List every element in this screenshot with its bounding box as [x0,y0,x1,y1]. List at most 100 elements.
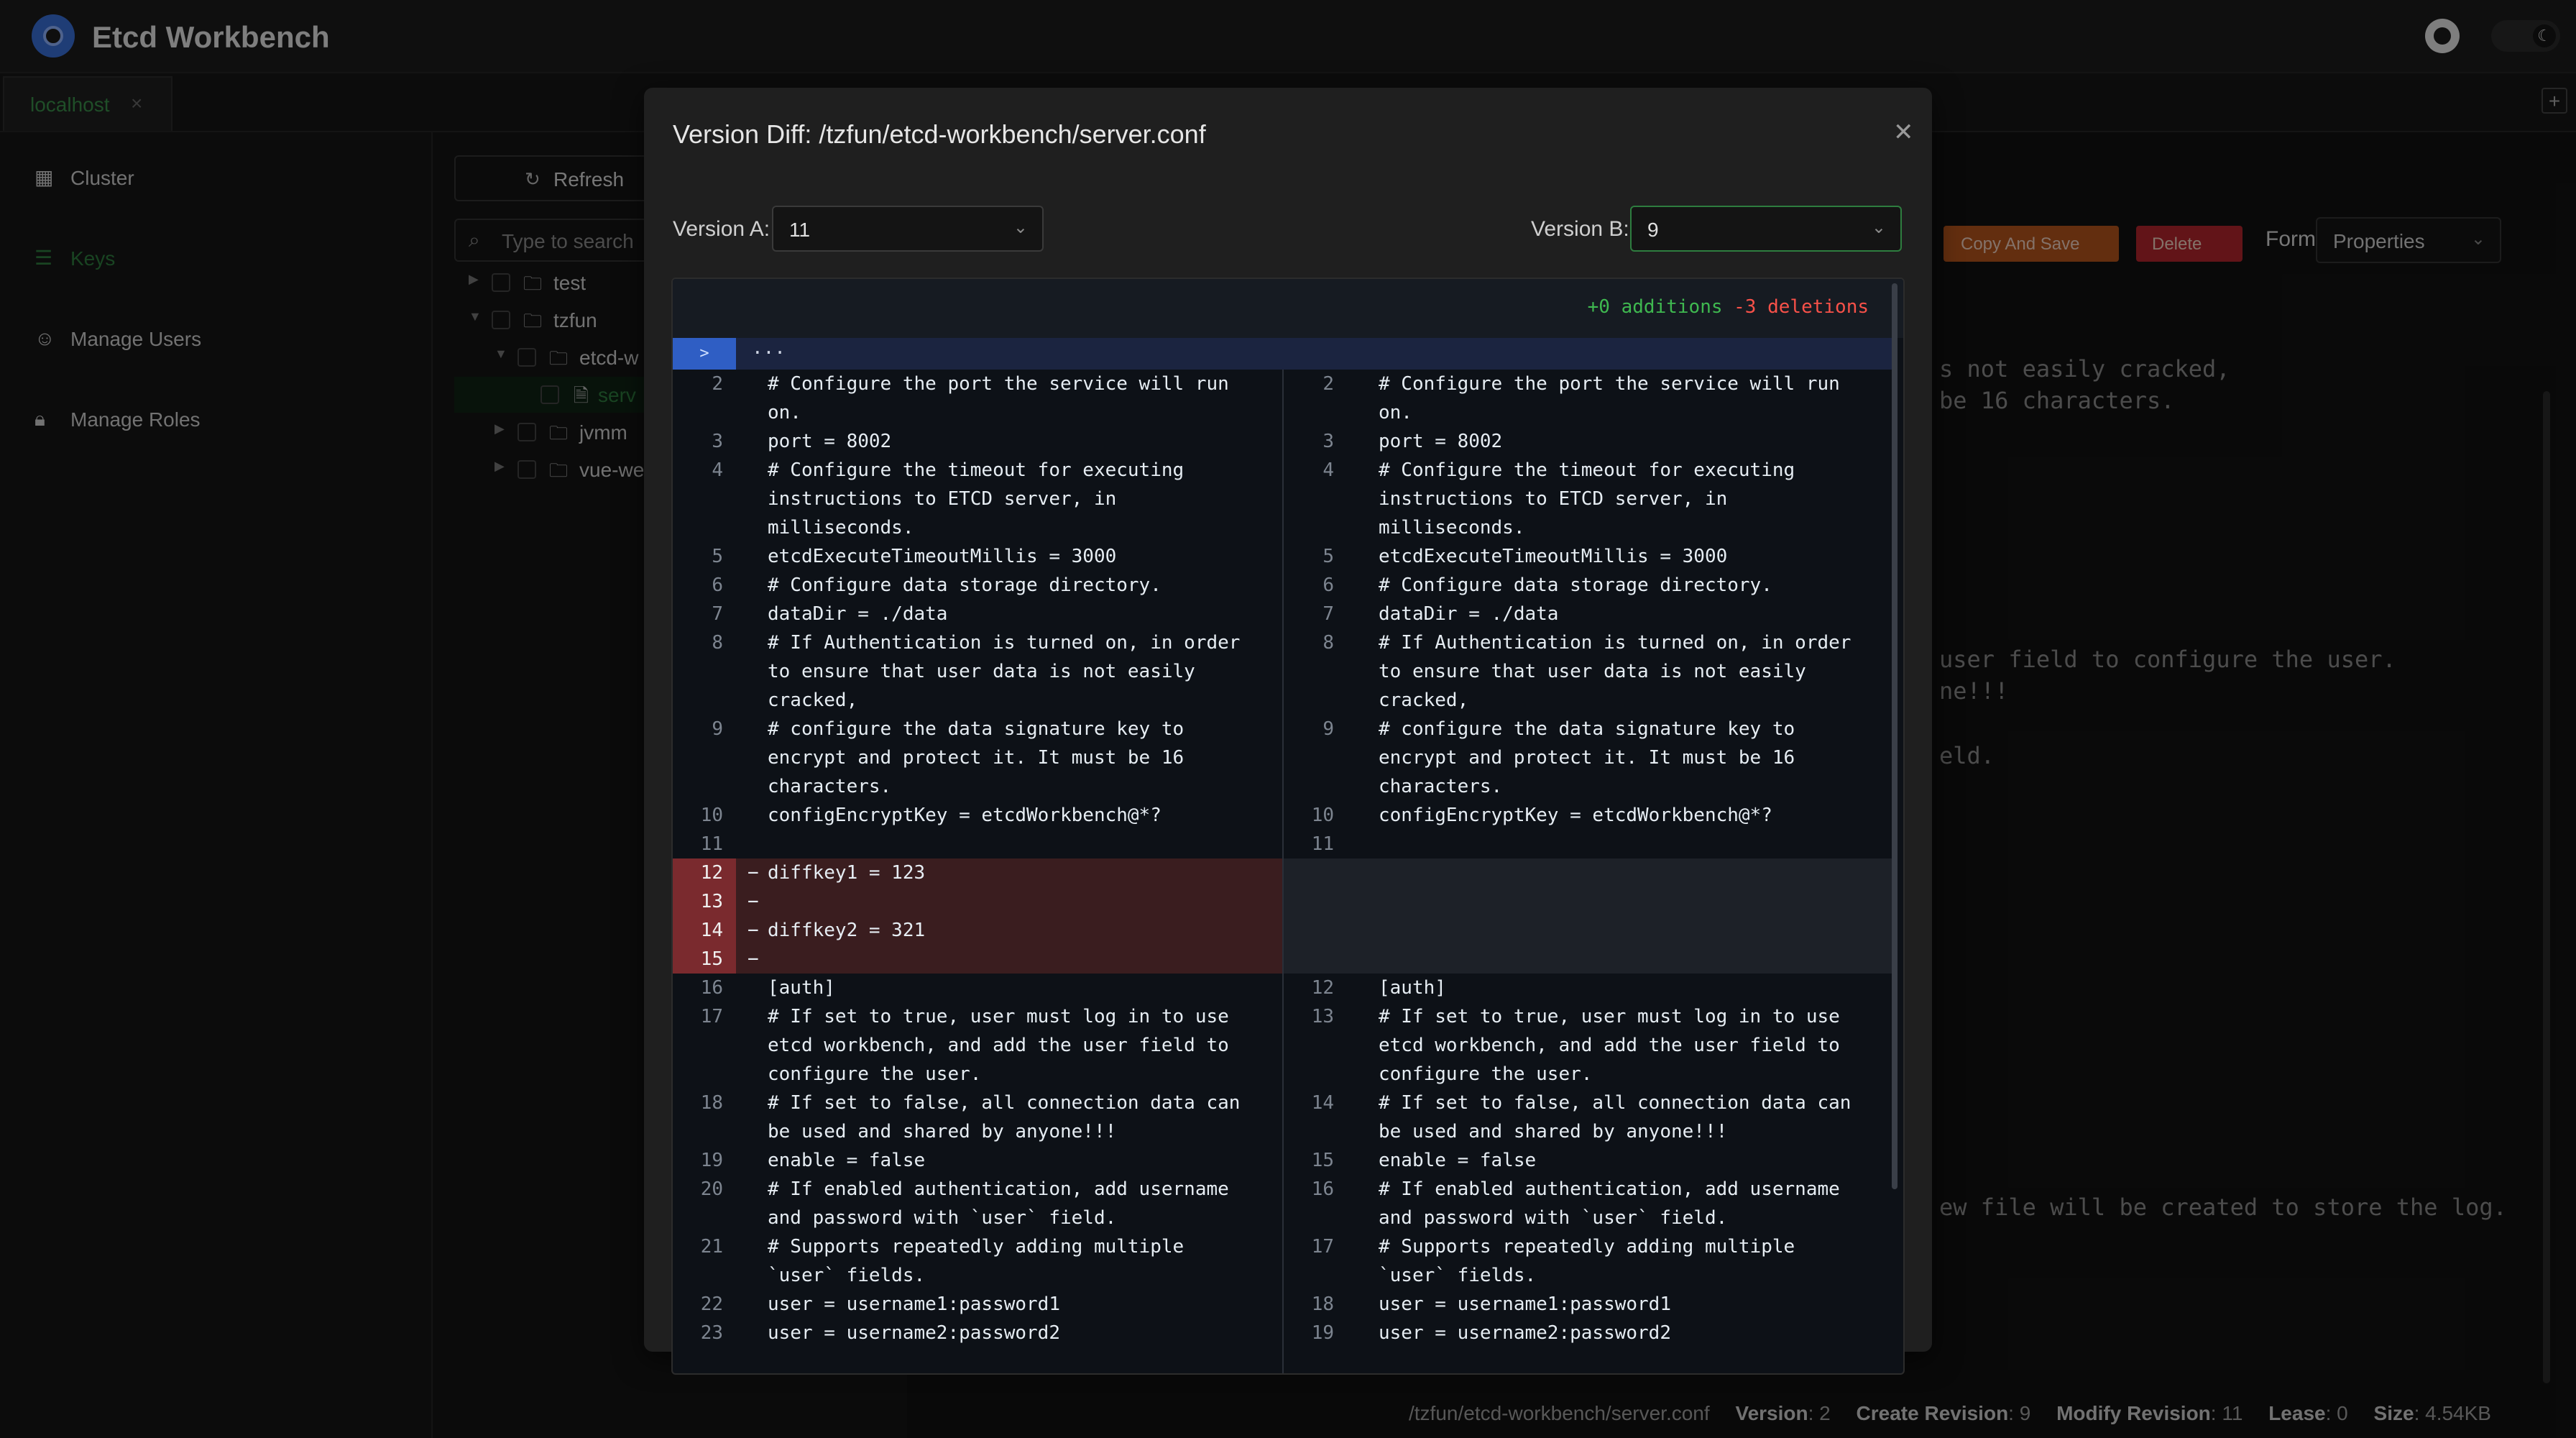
version-b-select[interactable]: 9 ⌄ [1630,206,1902,252]
line-text: # If set to true, user must log in to us… [1379,1006,1852,1085]
line-number: 17 [700,1006,723,1027]
line-text: etcdExecuteTimeoutMillis = 3000 [768,546,1117,567]
line-text: # Configure data storage directory. [768,574,1162,596]
line-text: # Configure the timeout for executing in… [768,459,1195,539]
line-text: user = username2:password2 [1379,1322,1671,1344]
line-number: 18 [1311,1293,1334,1315]
line-text: dataDir = ./data [1379,603,1559,625]
chevron-down-icon: ⌄ [1013,218,1028,237]
diff-row: 6 # Configure data storage directory. [1284,571,1892,600]
line-number: 4 [1322,459,1334,481]
diff-row-placeholder [1284,916,1892,945]
diff-header: +0 additions -3 deletions [673,279,1903,338]
line-text: enable = false [768,1150,926,1171]
line-text: # If enabled authentication, add usernam… [1379,1178,1852,1229]
line-number: 9 [712,718,723,740]
line-text: # If set to false, all connection data c… [768,1092,1252,1142]
line-text: # Supports repeatedly adding multiple `u… [768,1236,1195,1286]
diff-row: 2 # Configure the port the service will r… [673,370,1282,427]
line-text: # If enabled authentication, add usernam… [768,1178,1241,1229]
line-number: 15 [700,948,723,970]
diff-row-placeholder [1284,887,1892,916]
line-number: 16 [700,977,723,999]
diff-row: 16 [auth] [673,974,1282,1002]
expand-icon[interactable]: > [673,338,736,370]
diff-row: 18 user = username1:password1 [1284,1290,1892,1319]
line-text: [auth] [768,977,835,999]
line-text: enable = false [1379,1150,1537,1171]
version-b-value: 9 [1647,219,1659,241]
diff-row: 23 user = username2:password2 [673,1319,1282,1347]
line-text: # If set to false, all connection data c… [1379,1092,1863,1142]
line-number: 3 [712,431,723,452]
line-number: 12 [700,862,723,884]
additions-count: +0 additions [1587,296,1723,318]
line-number: 7 [712,603,723,625]
diff-row: 5 etcdExecuteTimeoutMillis = 3000 [673,542,1282,571]
line-text: # Configure data storage directory. [1379,574,1772,596]
line-text: port = 8002 [768,431,892,452]
diff-row: 7 dataDir = ./data [673,600,1282,628]
line-number: 19 [700,1150,723,1171]
diff-row: 15 enable = false [1284,1146,1892,1175]
diff-row-deleted: 13 − [673,887,1282,916]
diff-row: 21 # Supports repeatedly adding multiple … [673,1232,1282,1290]
diff-row: 17 # Supports repeatedly adding multiple … [1284,1232,1892,1290]
version-a-select[interactable]: 11 ⌄ [772,206,1044,252]
diff-row: 19 user = username2:password2 [1284,1319,1892,1347]
line-number: 18 [700,1092,723,1114]
diff-sign: − [748,891,759,912]
line-number: 7 [1322,603,1334,625]
diff-row-placeholder [1284,945,1892,974]
diff-stats: +0 additions -3 deletions [1588,296,1869,318]
line-number: 16 [1311,1178,1334,1200]
diff-sign: − [748,862,759,884]
line-text: diffkey2 = 321 [768,920,926,941]
diff-row-deleted: 15 − [673,945,1282,974]
diff-scrollbar[interactable] [1892,283,1898,1189]
line-number: 8 [712,632,723,654]
line-text: # configure the data signature key to en… [768,718,1195,797]
line-number: 10 [700,805,723,826]
diff-row: 9 # configure the data signature key to e… [673,715,1282,801]
chevron-down-icon: ⌄ [1871,218,1886,237]
line-text: user = username2:password2 [768,1322,1060,1344]
line-text: # If Authentication is turned on, in ord… [768,632,1252,711]
version-b-label: Version B: [1531,217,1629,241]
diff-row: 11 [673,830,1282,858]
version-diff-dialog: Version Diff: /tzfun/etcd-workbench/serv… [644,88,1932,1375]
diff-row: 5 etcdExecuteTimeoutMillis = 3000 [1284,542,1892,571]
line-number: 14 [700,920,723,941]
line-number: 13 [1311,1006,1334,1027]
line-text: user = username1:password1 [1379,1293,1671,1315]
diff-pane-new: 2 # Configure the port the service will r… [1284,370,1892,1373]
line-number: 8 [1322,632,1334,654]
diff-row-deleted: 14 − diffkey2 = 321 [673,916,1282,945]
line-text: etcdExecuteTimeoutMillis = 3000 [1379,546,1728,567]
line-number: 17 [1311,1236,1334,1258]
deletions-count: -3 deletions [1734,296,1869,318]
line-number: 6 [712,574,723,596]
diff-row: 3 port = 8002 [1284,427,1892,456]
line-number: 4 [712,459,723,481]
diff-row: 12 [auth] [1284,974,1892,1002]
collapsed-hunk[interactable]: > ··· [673,338,1892,370]
hunk-ellipsis: ··· [752,342,786,364]
diff-row: 13 # If set to true, user must log in to … [1284,1002,1892,1089]
line-number: 19 [1311,1322,1334,1344]
line-text: # configure the data signature key to en… [1379,718,1806,797]
diff-row: 3 port = 8002 [673,427,1282,456]
line-text: # Configure the port the service will ru… [768,373,1241,423]
close-icon[interactable]: ✕ [1893,118,1914,147]
line-text: dataDir = ./data [768,603,948,625]
diff-row: 20 # If enabled authentication, add usern… [673,1175,1282,1232]
diff-row: 4 # Configure the timeout for executing i… [673,456,1282,542]
diff-row: 10 configEncryptKey = etcdWorkbench@*? [1284,801,1892,830]
diff-row: 19 enable = false [673,1146,1282,1175]
line-number: 11 [700,833,723,855]
diff-row: 14 # If set to false, all connection data… [1284,1089,1892,1146]
line-text: configEncryptKey = etcdWorkbench@*? [1379,805,1772,826]
line-number: 6 [1322,574,1334,596]
line-text: diffkey1 = 123 [768,862,926,884]
diff-sign: − [748,948,759,970]
